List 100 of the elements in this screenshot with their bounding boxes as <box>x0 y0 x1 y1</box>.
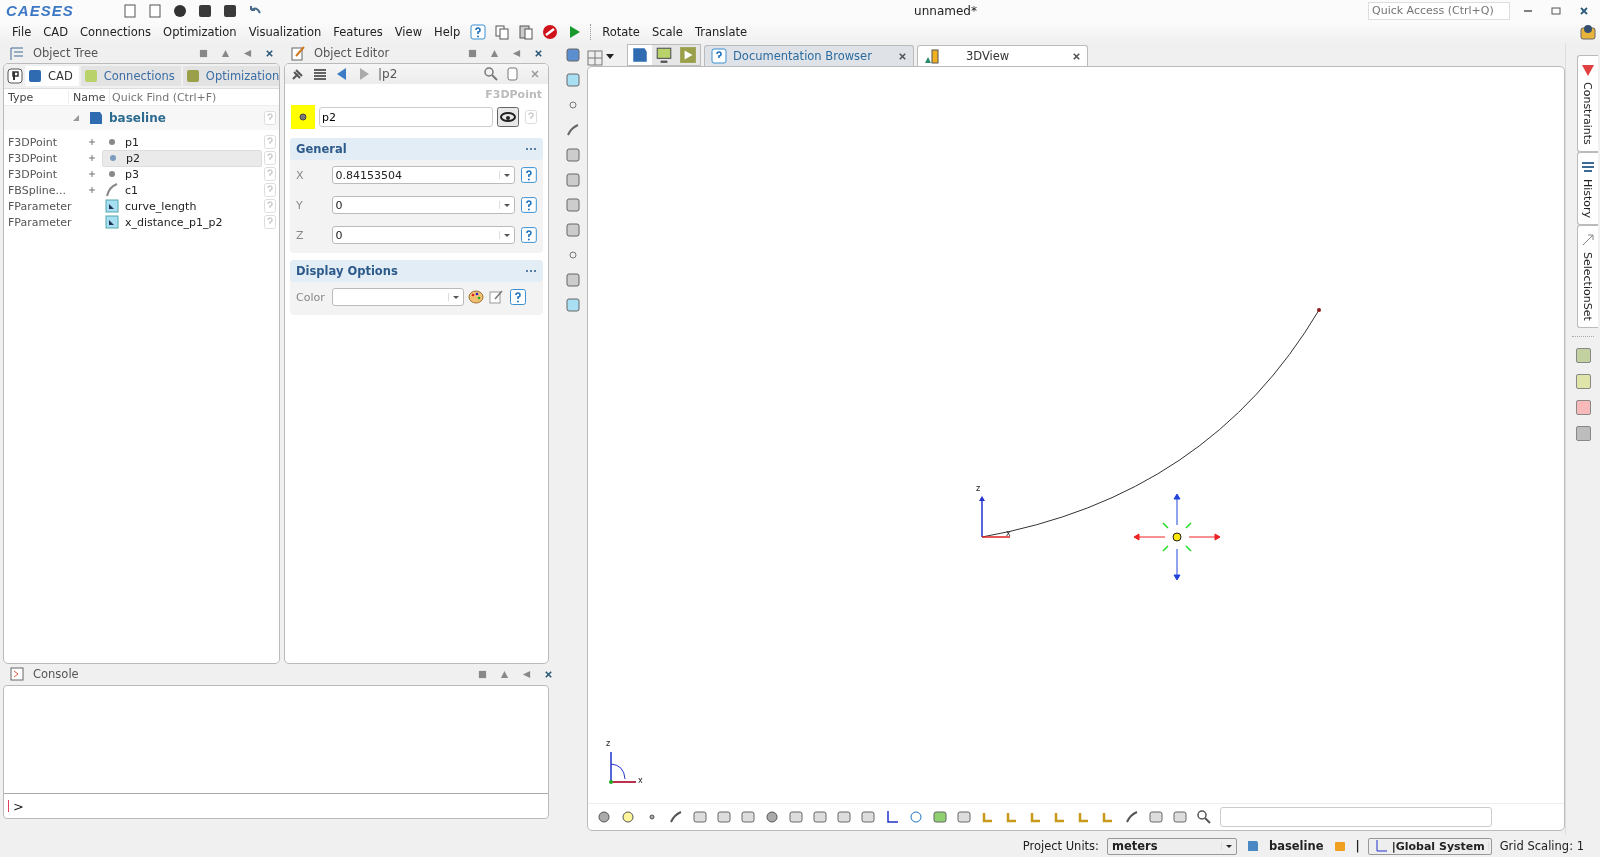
axis-drawing <box>979 496 1011 538</box>
panel-tab[interactable]: Connections <box>80 66 181 86</box>
search-icon[interactable] <box>483 66 499 82</box>
menu-item[interactable]: Visualization <box>246 25 324 39</box>
value-field[interactable]: 0.84153504 <box>331 166 516 184</box>
section-title: Display Options <box>296 264 398 278</box>
quick-access-field[interactable]: Quick Access (Ctrl+Q) <box>1368 1 1510 20</box>
side-tab[interactable]: History <box>1576 151 1598 225</box>
curve-icon[interactable] <box>1124 809 1140 825</box>
axis-label: x <box>638 777 643 785</box>
square-icon[interactable] <box>478 669 487 679</box>
panel-tab[interactable]: Optimization <box>182 66 279 86</box>
help-icon[interactable] <box>521 227 537 243</box>
menu-item[interactable]: File <box>10 25 34 39</box>
left-triangle-icon[interactable] <box>243 48 252 58</box>
type-cell-text: FBSpline... <box>7 183 67 197</box>
value-field[interactable]: 0 <box>331 196 516 214</box>
color-swatch[interactable] <box>1575 425 1591 441</box>
copy-icon[interactable] <box>505 66 521 82</box>
tree-item[interactable]: c1 <box>102 182 262 198</box>
console-prompt[interactable]: > <box>13 798 24 814</box>
view-tab[interactable]: 3DView <box>916 45 1088 66</box>
color-swatch[interactable] <box>1575 373 1591 389</box>
tree-item[interactable]: p3 <box>102 166 262 182</box>
help-icon[interactable] <box>521 167 537 183</box>
more-icon[interactable] <box>525 147 537 151</box>
left-triangle-icon[interactable] <box>522 669 531 679</box>
palette-icon[interactable] <box>468 289 484 305</box>
square-icon[interactable] <box>468 48 477 58</box>
menu-item[interactable]: Features <box>331 25 385 39</box>
plus-icon[interactable] <box>88 186 96 194</box>
eye-icon[interactable] <box>497 107 519 127</box>
tree-item[interactable]: p1 <box>102 134 262 150</box>
transform-tool[interactable]: Rotate <box>600 25 642 39</box>
menu-item[interactable]: Connections <box>78 25 154 39</box>
document-icon[interactable] <box>122 2 138 19</box>
name-field[interactable]: p2 <box>319 107 493 127</box>
transform-tool[interactable]: Translate <box>692 25 750 39</box>
list-icon[interactable] <box>312 66 328 82</box>
plus-icon[interactable] <box>88 138 96 146</box>
coordinate-system-dropdown[interactable]: |Global System <box>1367 837 1492 855</box>
copy-icon[interactable] <box>494 24 511 40</box>
circle-icon[interactable] <box>620 809 636 825</box>
square-icon[interactable] <box>199 48 208 58</box>
up-triangle-icon[interactable] <box>490 48 499 58</box>
circle-icon[interactable] <box>596 809 612 825</box>
pencil-icon <box>290 45 306 61</box>
object-path: |p2 <box>378 67 398 81</box>
transform-tool[interactable]: Scale <box>649 25 685 39</box>
side-tab[interactable]: SelectionSet <box>1576 224 1598 328</box>
side-tab[interactable]: Constraints <box>1576 55 1598 152</box>
status-label: Project Units: <box>1022 839 1099 853</box>
menu-item[interactable]: View <box>392 25 425 39</box>
caret-icon[interactable] <box>606 52 614 60</box>
clipboard-icon[interactable] <box>518 24 535 40</box>
column-header[interactable]: Type <box>4 90 68 104</box>
axes-icon[interactable] <box>884 809 900 825</box>
up-triangle-icon[interactable] <box>500 669 509 679</box>
restore-icon[interactable] <box>1550 4 1562 17</box>
tree-item[interactable]: curve_length <box>102 198 262 214</box>
curve-icon[interactable] <box>668 809 684 825</box>
point-icon <box>291 105 315 129</box>
expand-arrow-icon[interactable] <box>72 114 80 122</box>
field-label: Z <box>296 228 305 242</box>
tree-item[interactable]: p2 <box>102 149 262 167</box>
help-icon[interactable] <box>470 24 487 40</box>
plus-icon[interactable] <box>88 170 96 178</box>
edit-icon[interactable] <box>488 289 504 305</box>
up-triangle-icon[interactable] <box>221 48 230 58</box>
plus-icon[interactable] <box>88 154 96 162</box>
left-triangle-icon[interactable] <box>512 48 521 58</box>
parameter-icon <box>104 214 120 230</box>
color-swatch[interactable] <box>1575 399 1591 415</box>
units-dropdown[interactable]: meters <box>1107 837 1237 855</box>
menu-item[interactable]: CAD <box>41 25 70 39</box>
view-tab[interactable]: Documentation Browser <box>704 45 914 66</box>
menu-item[interactable]: Optimization <box>161 25 239 39</box>
tree-icon <box>9 45 25 61</box>
help-icon[interactable] <box>510 289 526 305</box>
color-swatch[interactable] <box>1575 347 1591 363</box>
section-title: General <box>296 142 347 156</box>
panel-tab[interactable]: CAD <box>25 66 79 86</box>
field-label: Y <box>296 198 304 212</box>
search-field[interactable] <box>1220 807 1492 827</box>
type-cell-text: F3DPoint <box>7 167 59 181</box>
color-dropdown[interactable] <box>332 288 464 306</box>
p-letter-icon[interactable] <box>7 68 23 84</box>
curve-icon[interactable] <box>565 122 581 138</box>
help-icon[interactable] <box>521 197 537 213</box>
more-icon[interactable] <box>525 269 537 273</box>
stop-icon[interactable] <box>542 24 559 40</box>
tree-item[interactable]: baseline <box>109 111 166 125</box>
parameter-icon[interactable] <box>565 297 581 313</box>
tree-item[interactable]: x_distance_p1_p2 <box>102 214 262 230</box>
user-icon[interactable] <box>1580 24 1596 40</box>
3d-viewport[interactable]: z x z x <box>587 66 1565 831</box>
value-field[interactable]: 0 <box>331 226 516 244</box>
search-icon[interactable] <box>1196 809 1212 825</box>
grid-scaling: Grid Scaling: 1 <box>1499 839 1584 853</box>
menu-item[interactable]: Help <box>432 25 463 39</box>
